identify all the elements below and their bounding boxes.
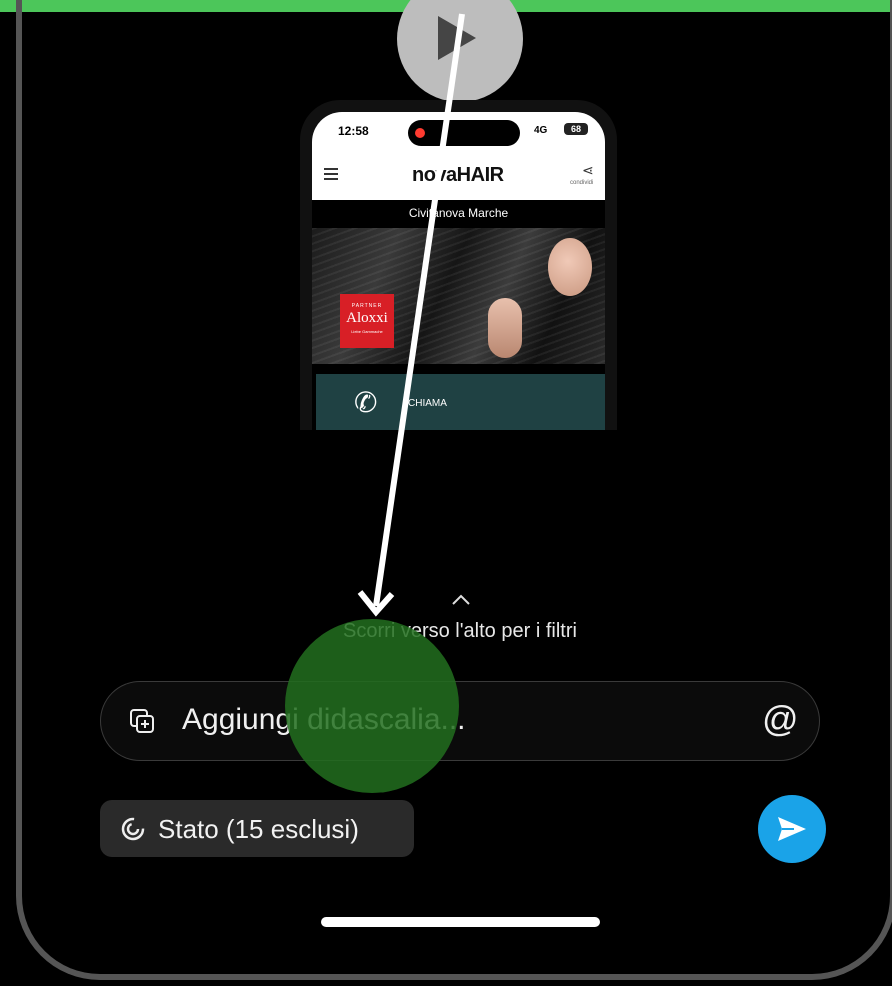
status-audience-button[interactable]: Stato (15 esclusi) — [100, 800, 414, 857]
recording-dot-icon — [415, 128, 425, 138]
send-button[interactable] — [758, 795, 826, 863]
filters-hint: Scorri verso l'alto per i filtri — [343, 620, 577, 642]
touch-indicator — [285, 619, 459, 793]
call-label: CHIAMA — [408, 398, 447, 409]
play-icon[interactable] — [438, 16, 476, 60]
call-banner: ✆ CHIAMA — [316, 374, 605, 430]
chevron-up-icon — [451, 594, 471, 606]
menu-icon — [324, 168, 338, 180]
battery-badge: 68 — [564, 123, 588, 135]
home-indicator — [321, 917, 600, 927]
phone-icon: ✆ — [354, 387, 378, 418]
status-label: Stato (15 esclusi) — [158, 814, 359, 844]
caption-field[interactable]: Aggiungi didascalia... @ — [100, 681, 820, 761]
media-preview[interactable]: 12:58 4G 68 novaHAIR ⋖ condividi Civitan… — [300, 100, 617, 430]
model-face — [548, 238, 592, 296]
partner-logo: PARTNER Aloxxi Liebe Gammache — [340, 294, 394, 348]
send-icon — [778, 817, 806, 841]
preview-app-bar: novaHAIR ⋖ condividi — [312, 152, 605, 200]
status-icon — [120, 816, 146, 842]
preview-status-bar: 12:58 4G 68 — [312, 112, 605, 152]
mention-icon[interactable]: @ — [762, 698, 799, 740]
brand-title: novaHAIR — [412, 164, 504, 186]
preview-time: 12:58 — [338, 124, 369, 138]
preview-screen: 12:58 4G 68 novaHAIR ⋖ condividi Civitan… — [312, 112, 605, 430]
model-hand — [488, 298, 522, 358]
city-label: Civitanova Marche — [312, 200, 605, 228]
share-icon: ⋖ — [582, 162, 594, 178]
hero-image: PARTNER Aloxxi Liebe Gammache — [312, 228, 605, 364]
add-media-icon[interactable] — [129, 708, 155, 734]
share-label: condividi — [570, 180, 594, 186]
dynamic-island — [408, 120, 520, 146]
network-label: 4G — [534, 125, 548, 136]
